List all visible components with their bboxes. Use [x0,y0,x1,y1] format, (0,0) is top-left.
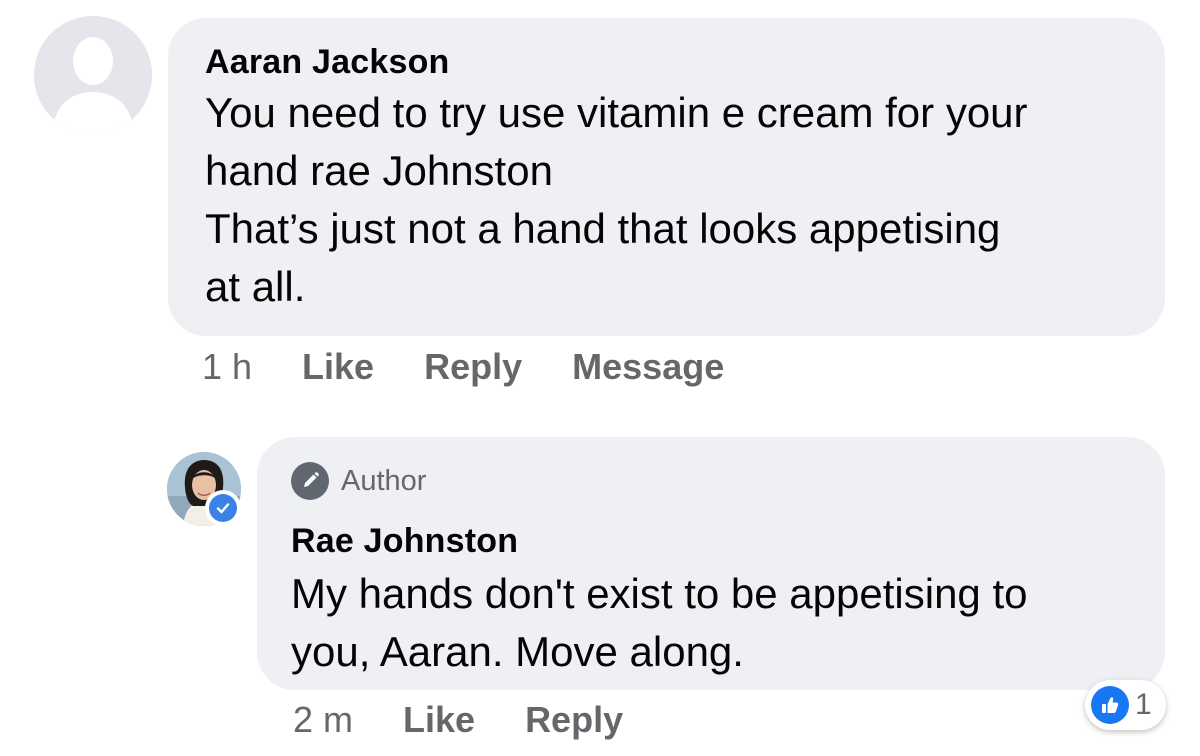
reply-button[interactable]: Reply [424,347,522,387]
message-button[interactable]: Message [572,347,724,387]
reply-button[interactable]: Reply [525,700,623,740]
reply-bubble: Author Rae Johnston My hands don't exist… [257,437,1165,690]
comment-bubble: Aaran Jackson You need to try use vitami… [168,18,1165,336]
comment-thread: Aaran Jackson You need to try use vitami… [0,0,1200,756]
verified-badge-icon [205,490,241,526]
author-badge: Author [291,462,1127,500]
reply-timestamp[interactable]: 2 m [293,700,353,740]
comment-text: My hands don't exist to be appetising to… [291,570,1028,675]
like-button[interactable]: Like [403,700,475,740]
rae-avatar[interactable] [167,452,241,526]
like-button[interactable]: Like [302,347,374,387]
comment-actions: 1 h Like Reply Message [202,347,774,387]
reply-actions: 2 m Like Reply [293,700,673,740]
commenter-name[interactable]: Rae Johnston [291,521,1127,561]
thumbs-up-icon [1091,686,1129,724]
pencil-icon [291,462,329,500]
default-profile-icon [34,16,152,134]
author-badge-label: Author [341,465,427,497]
comment-timestamp[interactable]: 1 h [202,347,252,387]
commenter-name[interactable]: Aaran Jackson [205,42,1127,82]
reaction-count: 1 [1135,688,1152,721]
comment-text: You need to try use vitamin e cream for … [205,89,1028,310]
reaction-summary[interactable]: 1 [1085,680,1166,730]
aaran-avatar[interactable] [34,16,152,134]
